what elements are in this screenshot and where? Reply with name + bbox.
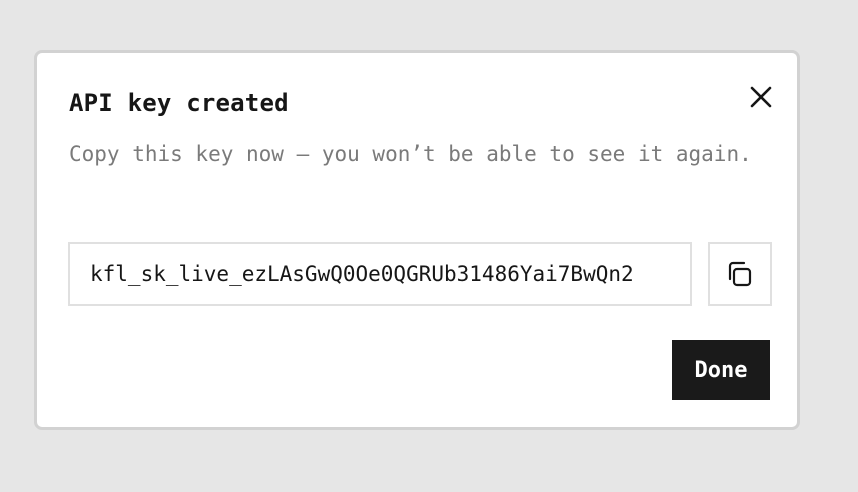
modal-backdrop: API key created Copy this key now — you … xyxy=(0,0,858,492)
dialog-title: API key created xyxy=(69,89,289,117)
close-button[interactable] xyxy=(745,81,777,113)
copy-icon xyxy=(728,261,752,287)
copy-button[interactable] xyxy=(708,242,772,306)
api-key-field[interactable] xyxy=(68,242,692,306)
done-button[interactable]: Done xyxy=(672,340,770,400)
api-key-dialog: API key created Copy this key now — you … xyxy=(34,50,800,430)
dialog-description: Copy this key now — you won’t be able to… xyxy=(69,142,752,166)
close-icon xyxy=(750,86,772,108)
